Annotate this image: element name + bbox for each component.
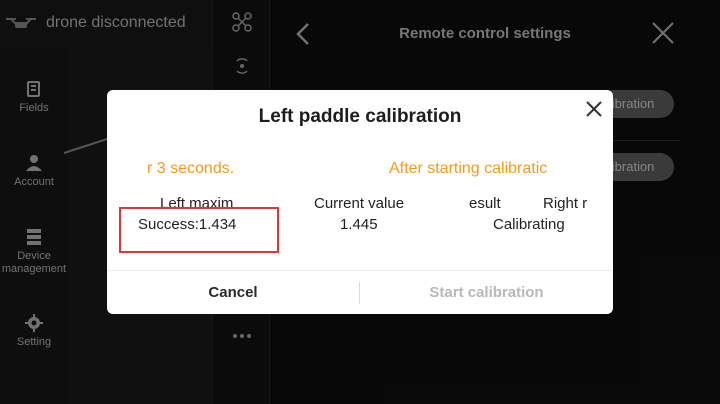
left-max-value: Success:1.434 [138,216,237,233]
cancel-button[interactable]: Cancel [107,271,359,314]
instruction-text-left: r 3 seconds. [147,160,235,177]
dialog-footer: Cancel Start calibration [107,270,613,314]
calibration-dialog: Left paddle calibration r 3 seconds. Aft… [107,90,613,314]
result-header: esult [469,195,501,212]
close-icon[interactable] [583,98,605,120]
dialog-title: Left paddle calibration [258,106,462,127]
instruction-text-right: After starting calibratic [389,160,548,177]
result-value: Calibrating [493,216,565,233]
start-calibration-button[interactable]: Start calibration [360,271,613,314]
right-header: Right r [543,195,587,212]
current-value-header: Current value [314,195,405,212]
current-value: 1.445 [340,216,378,233]
